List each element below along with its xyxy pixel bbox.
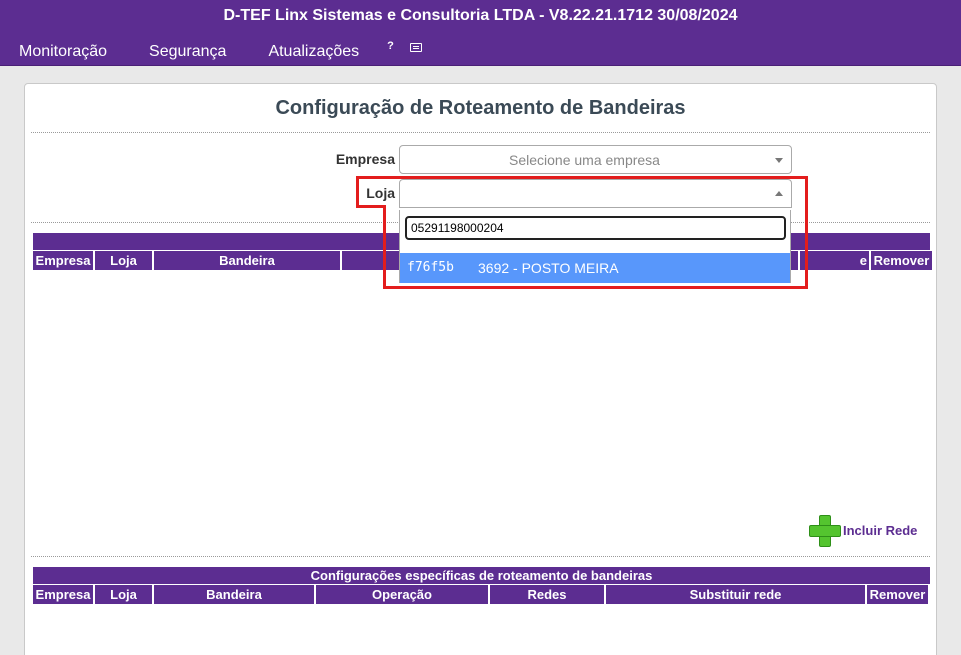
- highlight-box-step: [356, 205, 386, 208]
- table2-title: Configurações específicas de roteamento …: [33, 567, 930, 584]
- highlight-box-left: [356, 176, 359, 208]
- table1-col-empresa: Empresa: [33, 251, 93, 270]
- menu-item-monitoracao[interactable]: Monitoração: [19, 43, 107, 61]
- highlight-box-bottom: [383, 286, 808, 289]
- table2-col-loja: Loja: [95, 585, 152, 604]
- table1-col-bandeira: Bandeira: [154, 251, 340, 270]
- incluir-rede-button[interactable]: Incluir Rede: [809, 515, 918, 547]
- table2-col-empresa: Empresa: [33, 585, 93, 604]
- table1-col-remover: Remover: [871, 251, 932, 270]
- loja-label: Loja: [366, 185, 395, 201]
- divider: [31, 132, 930, 133]
- top-bar: D-TEF Linx Sistemas e Consultoria LTDA -…: [0, 0, 961, 66]
- table2-header: Empresa Loja Bandeira Operação Redes Sub…: [33, 585, 928, 604]
- loja-dropdown: f76f5b 3692 - POSTO MEIRA: [399, 210, 791, 283]
- table2-col-operacao: Operação: [316, 585, 488, 604]
- app-title: D-TEF Linx Sistemas e Consultoria LTDA -…: [223, 7, 738, 24]
- empresa-placeholder: Selecione uma empresa: [509, 152, 660, 168]
- plus-icon: [809, 515, 841, 547]
- chevron-down-icon: [775, 158, 783, 163]
- table2-col-remover: Remover: [867, 585, 928, 604]
- divider: [31, 556, 930, 557]
- highlight-box-top: [356, 176, 808, 179]
- main-panel: Configuração de Roteamento de Bandeiras …: [24, 83, 937, 655]
- highlight-box-right: [805, 176, 808, 289]
- table2-col-bandeira: Bandeira: [154, 585, 314, 604]
- empresa-label: Empresa: [335, 151, 395, 167]
- incluir-rede-label: Incluir Rede: [843, 522, 918, 538]
- option-code: f76f5b: [407, 260, 454, 275]
- table2-col-redes: Redes: [490, 585, 604, 604]
- dropdown-option[interactable]: f76f5b 3692 - POSTO MEIRA: [400, 253, 790, 283]
- loja-search-input[interactable]: [405, 216, 786, 240]
- table1-col-loja: Loja: [95, 251, 152, 270]
- empresa-select[interactable]: Selecione uma empresa: [399, 145, 792, 174]
- option-label: 3692 - POSTO MEIRA: [478, 260, 619, 276]
- main-menu: Monitoração Segurança Atualizações ?: [19, 40, 438, 61]
- highlight-box-left-lower: [383, 205, 386, 289]
- menu-item-atualizacoes[interactable]: Atualizações: [268, 43, 359, 61]
- table1-col-rede: e: [800, 251, 869, 270]
- chevron-up-icon: [775, 191, 783, 196]
- card-icon[interactable]: [409, 42, 422, 52]
- help-icon[interactable]: ?: [387, 40, 394, 52]
- loja-select[interactable]: [399, 179, 792, 208]
- menu-item-seguranca[interactable]: Segurança: [149, 43, 226, 61]
- table2-col-substituir: Substituir rede: [606, 585, 865, 604]
- page-title: Configuração de Roteamento de Bandeiras: [275, 97, 686, 119]
